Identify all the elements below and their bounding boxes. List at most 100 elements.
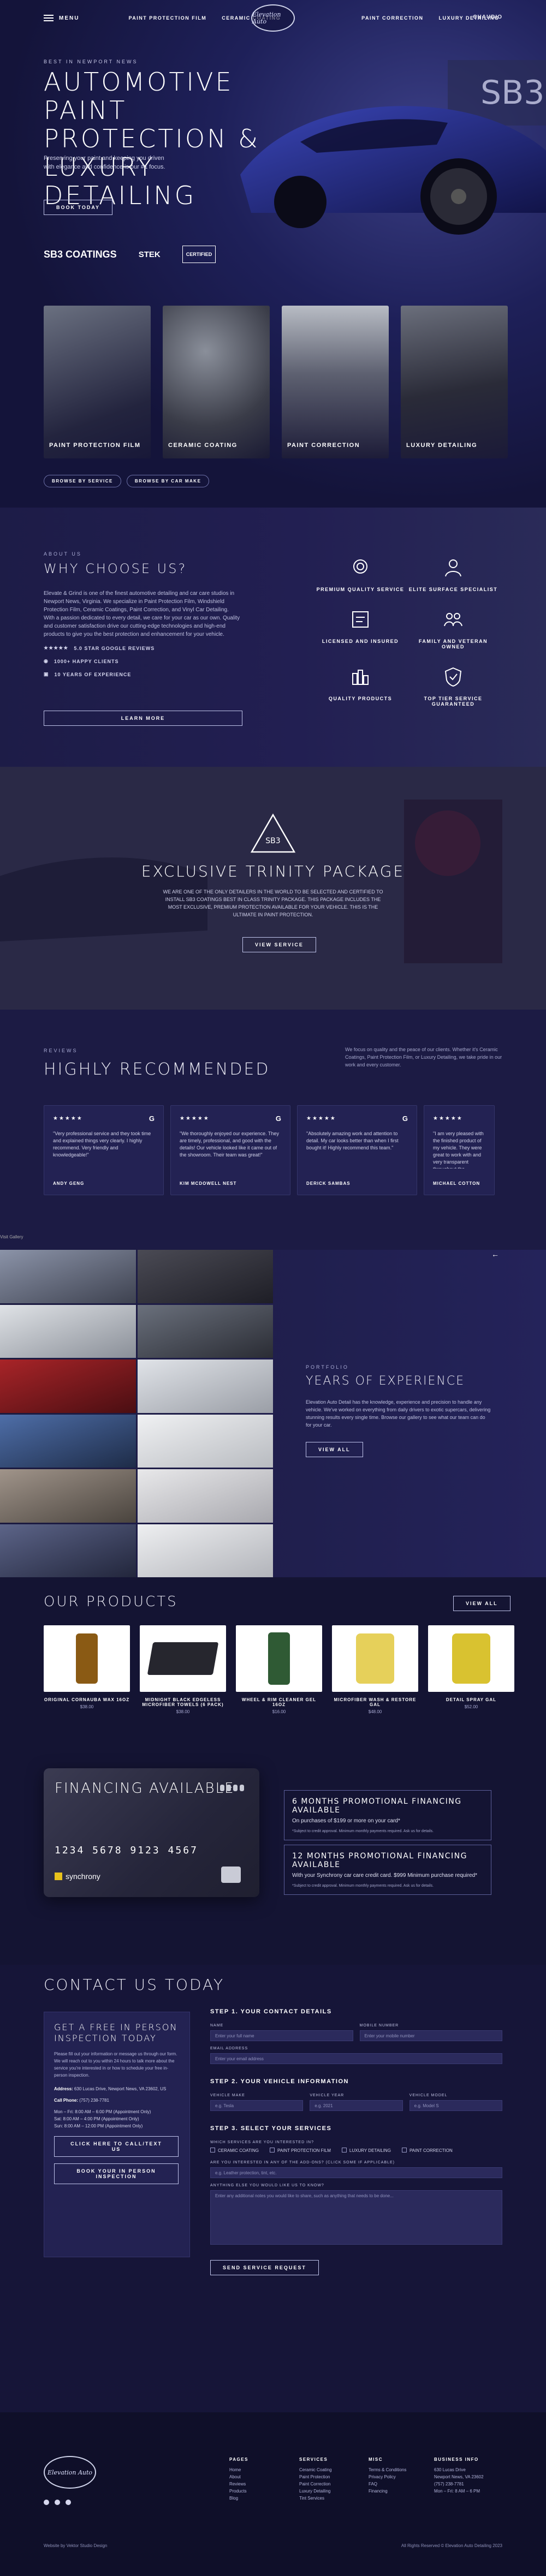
gallery-tile[interactable] bbox=[0, 1304, 136, 1358]
gallery-tile[interactable] bbox=[137, 1250, 273, 1303]
footer-logo[interactable]: Elevation Auto bbox=[44, 2456, 96, 2489]
view-service-button[interactable]: VIEW SERVICE bbox=[242, 937, 316, 952]
footer-text[interactable]: (757) 238-7781 bbox=[434, 2480, 484, 2488]
contact-title: CONTACT US TODAY bbox=[44, 1976, 225, 1994]
copyright: All Rights Reserved © Elevation Auto Det… bbox=[401, 2543, 502, 2548]
feature-label: LICENSED AND INSURED bbox=[322, 639, 399, 644]
view-all-portfolio-button[interactable]: VIEW ALL bbox=[306, 1442, 363, 1457]
gallery-tile[interactable] bbox=[137, 1304, 273, 1358]
checkbox-detailing[interactable]: LUXURY DETAILING bbox=[342, 2148, 391, 2153]
tab-browse-service[interactable]: BROWSE BY SERVICE bbox=[44, 475, 121, 487]
products-section: OUR PRODUCTS VIEW ALL ORIGINAL CORNAUBA … bbox=[0, 1577, 546, 1741]
learn-more-button[interactable]: LEARN MORE bbox=[44, 711, 242, 726]
gallery-tile[interactable] bbox=[0, 1359, 136, 1413]
portfolio-gallery bbox=[0, 1250, 273, 1577]
gallery-tile[interactable] bbox=[137, 1414, 273, 1468]
gallery-tile[interactable] bbox=[0, 1524, 136, 1577]
why-title: WHY CHOOSE US? bbox=[44, 561, 187, 576]
service-card-ceramic[interactable]: CERAMIC COATING bbox=[163, 306, 270, 458]
footer-link[interactable]: Privacy Policy bbox=[369, 2473, 406, 2480]
footer-link[interactable]: Blog bbox=[229, 2495, 248, 2502]
checkbox-ppf[interactable]: PAINT PROTECTION FILM bbox=[270, 2148, 331, 2153]
phone[interactable]: (757) 238-7781 bbox=[79, 2098, 109, 2103]
footer-link[interactable]: Luxury Detailing bbox=[299, 2488, 332, 2495]
footer-link[interactable]: FAQ bbox=[369, 2480, 406, 2488]
mobile-input[interactable]: Enter your mobile number bbox=[359, 2030, 502, 2041]
name-label: NAME bbox=[210, 2024, 224, 2028]
shield-icon bbox=[444, 667, 462, 687]
brand-logo[interactable]: Elevation Auto bbox=[251, 4, 295, 32]
offer-fine-print: *Subject to credit approval. Minimum mon… bbox=[292, 1884, 434, 1888]
gallery-tile[interactable] bbox=[137, 1469, 273, 1523]
service-card-label: LUXURY DETAILING bbox=[406, 442, 478, 449]
year-label: VEHICLE YEAR bbox=[310, 2094, 345, 2097]
checkbox-correction[interactable]: PAINT CORRECTION bbox=[402, 2148, 453, 2153]
name-input[interactable]: Enter your full name bbox=[210, 2030, 353, 2041]
feature-label: ELITE SURFACE SPECIALIST bbox=[408, 587, 498, 592]
footer-link[interactable]: Terms & Conditions bbox=[369, 2466, 406, 2473]
book-inspection-button[interactable]: BOOK YOUR IN PERSON INSPECTION bbox=[54, 2163, 179, 2184]
product-list: ORIGINAL CORNAUBA WAX 16OZ $38.00 MIDNIG… bbox=[44, 1625, 514, 1714]
product-card[interactable]: MIDNIGHT BLACK EDGELESS MICROFIBER TOWEL… bbox=[140, 1625, 226, 1714]
address-label: Address: bbox=[54, 2086, 73, 2091]
make-input[interactable]: e.g. Tesla bbox=[210, 2100, 304, 2111]
model-input[interactable]: e.g. Model S bbox=[409, 2100, 502, 2111]
gallery-tile[interactable] bbox=[137, 1359, 273, 1413]
card-chip-icon bbox=[221, 1867, 241, 1883]
gallery-tile[interactable] bbox=[0, 1469, 136, 1523]
year-input[interactable]: e.g. 2021 bbox=[310, 2100, 403, 2111]
trinity-package-section: SB3 EXCLUSIVE TRINITY PACKAGE WE ARE ONE… bbox=[0, 767, 546, 1010]
facebook-icon[interactable] bbox=[44, 2500, 49, 2505]
product-card[interactable]: ORIGINAL CORNAUBA WAX 16OZ $38.00 bbox=[44, 1625, 130, 1714]
footer-link[interactable]: Paint Protection bbox=[299, 2473, 332, 2480]
tab-browse-make[interactable]: BROWSE BY CAR MAKE bbox=[126, 475, 210, 487]
book-today-button[interactable]: BOOK TODAY bbox=[44, 200, 113, 215]
footer-link[interactable]: Home bbox=[229, 2466, 248, 2473]
jug-icon bbox=[452, 1633, 490, 1684]
service-card-correction[interactable]: PAINT CORRECTION bbox=[282, 306, 389, 458]
notes-label: ANYTHING ELSE YOU WOULD LIKE US TO KNOW? bbox=[210, 2184, 324, 2187]
product-name: MICROFIBER WASH & RESTORE GAL bbox=[334, 1697, 417, 1707]
call-text-button[interactable]: CLICK HERE TO CALL/TEXT US bbox=[54, 2136, 179, 2157]
feature-grid: PREMIUM QUALITY SERVICE ELITE SURFACE SP… bbox=[314, 557, 500, 707]
service-card-label: PAINT PROTECTION FILM bbox=[49, 442, 141, 449]
product-card[interactable]: DETAIL SPRAY GAL $52.00 bbox=[428, 1625, 514, 1714]
step-1-heading: STEP 1. YOUR CONTACT DETAILS bbox=[210, 2008, 332, 2015]
addons-input[interactable]: e.g. Leather protection, tint, etc. bbox=[210, 2167, 502, 2178]
checkbox-ceramic[interactable]: CERAMIC COATING bbox=[210, 2148, 259, 2153]
browse-tabs: BROWSE BY SERVICE BROWSE BY CAR MAKE bbox=[44, 475, 210, 487]
jug-icon bbox=[356, 1633, 394, 1684]
footer-link[interactable]: Products bbox=[229, 2488, 248, 2495]
footer-link[interactable]: Paint Correction bbox=[299, 2480, 332, 2488]
email-input[interactable]: Enter your email address bbox=[210, 2053, 502, 2064]
service-card-ppf[interactable]: PAINT PROTECTION FILM bbox=[44, 306, 151, 458]
instagram-icon[interactable] bbox=[55, 2500, 60, 2505]
gallery-tile[interactable] bbox=[0, 1414, 136, 1468]
nav-link-correction[interactable]: PAINT CORRECTION bbox=[361, 15, 423, 21]
view-all-products-button[interactable]: VIEW ALL bbox=[453, 1596, 511, 1611]
inspection-box: GET A FREE IN PERSON INSPECTION TODAY Pl… bbox=[44, 2012, 190, 2257]
product-card[interactable]: WHEEL & RIM CLEANER GEL 16OZ $16.00 bbox=[236, 1625, 322, 1714]
reviewer-name: KIM MCDOWELL NEST bbox=[180, 1181, 237, 1186]
gallery-link[interactable]: Visit Gallery bbox=[0, 1235, 23, 1239]
send-request-button[interactable]: SEND SERVICE REQUEST bbox=[210, 2260, 319, 2275]
gallery-tile[interactable] bbox=[0, 1250, 136, 1303]
service-card-detailing[interactable]: LUXURY DETAILING bbox=[401, 306, 508, 458]
gallery-tile[interactable] bbox=[137, 1524, 273, 1577]
footer-link[interactable]: Ceramic Coating bbox=[299, 2466, 332, 2473]
menu-toggle[interactable]: MENU bbox=[44, 15, 79, 21]
footer-link[interactable]: Tint Services bbox=[299, 2495, 332, 2502]
inspection-body: Please fill out your information or mess… bbox=[54, 2052, 177, 2078]
footer-link[interactable]: Financing bbox=[369, 2488, 406, 2495]
footer-link[interactable]: About bbox=[229, 2473, 248, 2480]
credit-link[interactable]: Website by Vektor Studio Design bbox=[44, 2543, 107, 2548]
nav-link-ppf[interactable]: PAINT PROTECTION FILM bbox=[128, 15, 206, 21]
feature-item: ELITE SURFACE SPECIALIST bbox=[407, 557, 500, 592]
product-card[interactable]: MICROFIBER WASH & RESTORE GAL $48.00 bbox=[332, 1625, 418, 1714]
nav-phone-link[interactable]: CHAUDIO bbox=[473, 14, 502, 20]
notes-textarea[interactable]: Enter any additional notes you would lik… bbox=[210, 2190, 502, 2245]
youtube-icon[interactable] bbox=[66, 2500, 71, 2505]
footer-link[interactable]: Reviews bbox=[229, 2480, 248, 2488]
arrow-left-icon[interactable]: ← bbox=[491, 1250, 499, 1259]
bottle-icon bbox=[76, 1633, 98, 1684]
